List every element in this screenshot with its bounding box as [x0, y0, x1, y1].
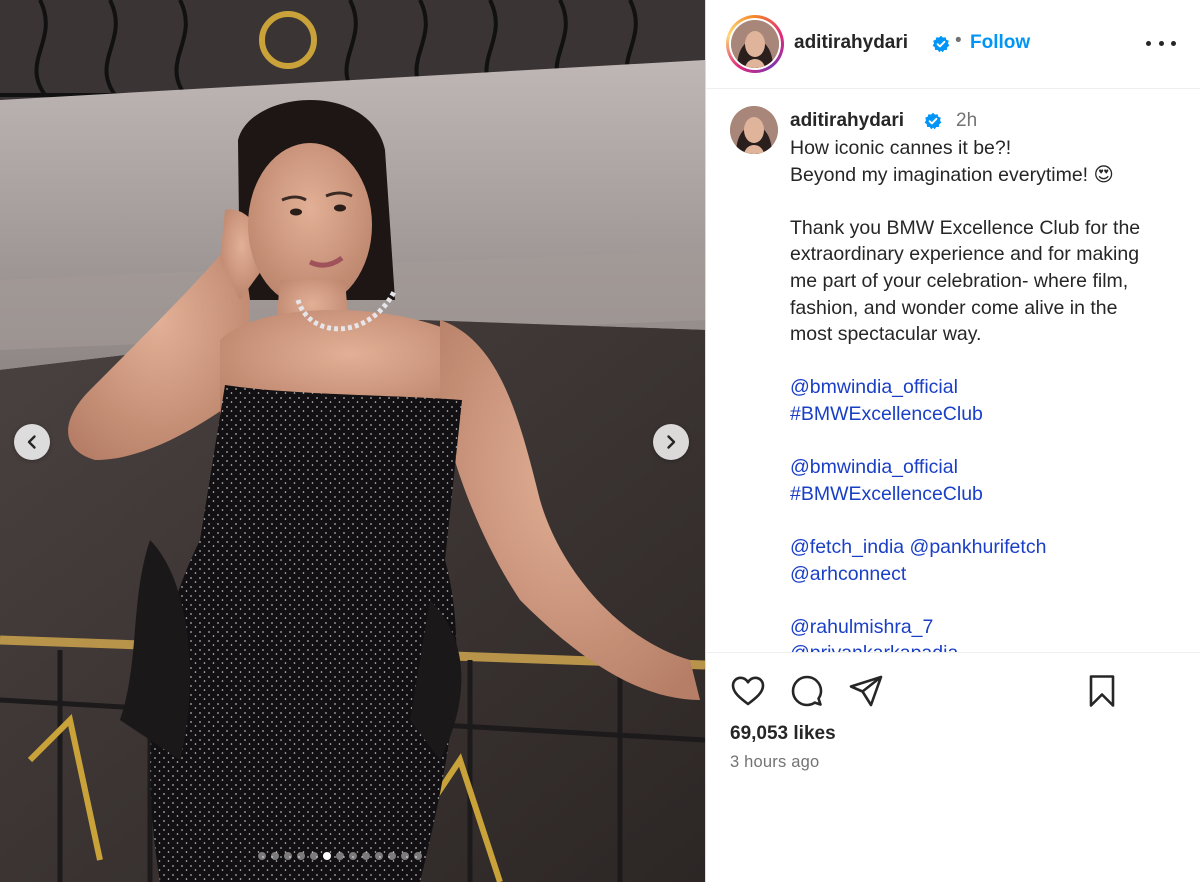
post-media[interactable] [0, 0, 705, 882]
caption-username[interactable]: aditirahydari [790, 110, 904, 132]
next-photo-button[interactable] [653, 424, 689, 460]
mention-link[interactable]: @rahulmishra_7 [790, 616, 933, 638]
post-date[interactable]: 3 hours ago [730, 753, 819, 772]
caption-line: @bmwindia_official [790, 454, 1180, 481]
caption-line: Thank you BMW Excellence Club for the [790, 216, 1141, 239]
previous-photo-button[interactable] [14, 424, 50, 460]
more-icon [1146, 40, 1151, 46]
mention-link[interactable]: @bmwindia_official [790, 456, 958, 478]
caption-line: How iconic cannes it be?! [790, 137, 1012, 159]
carousel-dot [310, 852, 318, 860]
caption-section[interactable]: aditirahydari 2h How iconic cannes it be… [706, 90, 1200, 652]
carousel-dot [271, 852, 279, 860]
caption-line [790, 507, 1180, 534]
header-separator: • [955, 30, 962, 51]
chevron-left-icon [27, 435, 36, 449]
caption-line: fashion, and wonder come alive in the [790, 296, 1118, 319]
caption-line: Beyond my imagination everytime! 😍 [790, 163, 1114, 186]
carousel-dot [414, 852, 422, 860]
caption-line: #BMWExcellenceClub [790, 401, 1180, 428]
carousel-dot [362, 852, 370, 860]
caption-line: most spectacular way. [790, 323, 982, 346]
carousel-dot [297, 852, 305, 860]
caption-text: How iconic cannes it be?! Beyond my imagi… [790, 135, 1180, 652]
caption-line [790, 587, 1180, 614]
caption-line: #BMWExcellenceClub [790, 481, 1180, 508]
mention-link[interactable]: @arhconnect [790, 563, 906, 585]
caption-line [790, 348, 1180, 375]
carousel-indicator [258, 852, 422, 860]
avatar [731, 20, 779, 68]
verified-icon [924, 112, 942, 130]
like-count[interactable]: 69,053 likes [730, 723, 836, 745]
caption-line [790, 428, 1180, 455]
caption-avatar[interactable] [730, 106, 778, 154]
caption-line: @rahulmishra_7 [790, 614, 1180, 641]
caption-line: extraordinary experience and for making [790, 243, 1140, 266]
caption-line: @priyankarkapadia [790, 640, 1180, 652]
carousel-dot [349, 852, 357, 860]
heart-icon[interactable] [730, 673, 766, 709]
carousel-dot [401, 852, 409, 860]
more-options-button[interactable] [1146, 31, 1176, 55]
mention-link[interactable]: @priyankarkapadia [790, 642, 958, 652]
mention-link[interactable]: @bmwindia_official [790, 376, 958, 398]
post-photo [0, 0, 705, 882]
carousel-dot [323, 852, 331, 860]
post-header: aditirahydari • Follow [706, 0, 1200, 89]
carousel-dot [375, 852, 383, 860]
caption-line: me part of your celebration- where film, [790, 269, 1129, 292]
post-details-pane: aditirahydari • Follow aditirahydari 2h … [706, 0, 1200, 882]
bookmark-icon[interactable] [1084, 673, 1120, 709]
post-actions: 69,053 likes 3 hours ago [706, 653, 1200, 882]
carousel-dot [284, 852, 292, 860]
carousel-dot [258, 852, 266, 860]
mention-link[interactable]: @fetch_india [790, 536, 904, 558]
hashtag-link[interactable]: #BMWExcellenceClub [790, 403, 983, 425]
verified-icon [932, 35, 950, 53]
caption-line: @fetch_india @pankhurifetch [790, 534, 1180, 561]
follow-button[interactable]: Follow [970, 32, 1030, 54]
caption-line: @arhconnect [790, 561, 1180, 588]
carousel-dot [336, 852, 344, 860]
hashtag-link[interactable]: #BMWExcellenceClub [790, 483, 983, 505]
caption-line: @bmwindia_official [790, 374, 1180, 401]
story-ring-avatar[interactable] [726, 15, 784, 73]
share-icon[interactable] [848, 673, 884, 709]
caption-line [790, 188, 1180, 215]
comment-icon[interactable] [789, 673, 825, 709]
carousel-dot [388, 852, 396, 860]
caption-timestamp[interactable]: 2h [956, 110, 977, 132]
mention-link[interactable]: @pankhurifetch [910, 536, 1047, 558]
header-username[interactable]: aditirahydari [794, 32, 908, 54]
chevron-right-icon [667, 435, 676, 449]
